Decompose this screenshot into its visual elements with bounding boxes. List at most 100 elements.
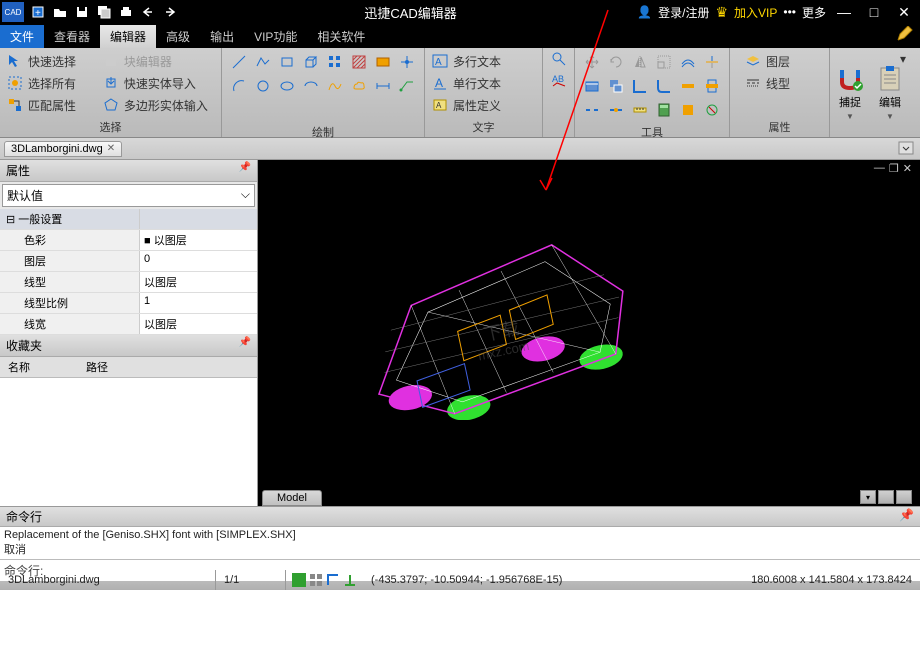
corner-icon[interactable] xyxy=(629,75,651,97)
poly-solid-input[interactable]: 多边形实体输入 xyxy=(102,95,215,115)
ribbon-collapse-icon[interactable]: ▾ xyxy=(900,52,916,68)
circle-icon[interactable] xyxy=(252,75,274,97)
ellipsearc-icon[interactable] xyxy=(300,75,322,97)
calc-icon[interactable] xyxy=(653,99,675,121)
measure-icon[interactable] xyxy=(629,99,651,121)
tab-overflow-icon[interactable] xyxy=(898,141,914,157)
menu-advanced[interactable]: 高级 xyxy=(156,25,200,48)
prop-row-linewidth[interactable]: 线宽以图层 xyxy=(0,314,257,335)
hatch-icon[interactable] xyxy=(348,51,370,73)
menu-related[interactable]: 相关软件 xyxy=(307,25,375,48)
select-all[interactable]: 选择所有 xyxy=(6,73,102,93)
canvas-close-icon[interactable]: ✕ xyxy=(903,162,912,175)
col-path[interactable]: 路径 xyxy=(78,357,116,377)
app-logo: CAD xyxy=(2,2,24,22)
titlebar: CAD + 迅捷CAD编辑器 👤 登录/注册 ♛ 加入VIP ••• 更多 — … xyxy=(0,0,920,24)
draw-tools-grid xyxy=(222,48,424,124)
open-icon[interactable] xyxy=(50,2,70,22)
spline-icon[interactable] xyxy=(324,75,346,97)
prop-row-color[interactable]: 色彩■ 以图层 xyxy=(0,230,257,251)
region-icon[interactable] xyxy=(372,51,394,73)
polyline-icon[interactable] xyxy=(252,51,274,73)
singleline-text[interactable]: A单行文本 xyxy=(431,73,536,93)
svg-text:A: A xyxy=(436,101,442,110)
menu-output[interactable]: 输出 xyxy=(200,25,244,48)
nav-left-icon[interactable] xyxy=(878,490,894,504)
pencil-icon[interactable] xyxy=(896,26,914,44)
snap-button[interactable]: 捕捉▼ xyxy=(830,48,870,137)
rect3d-icon[interactable] xyxy=(300,51,322,73)
redo-icon[interactable] xyxy=(160,2,180,22)
status-icon-3[interactable] xyxy=(326,573,340,587)
prop-row-linetype[interactable]: 线型以图层 xyxy=(0,272,257,293)
save-icon[interactable] xyxy=(72,2,92,22)
property-selector[interactable]: 默认值⌵ xyxy=(2,184,255,207)
pin-icon[interactable]: 📌 xyxy=(239,162,251,179)
prop-row-linescale[interactable]: 线型比例1 xyxy=(0,293,257,314)
menu-file[interactable]: 文件 xyxy=(0,25,44,48)
menu-viewer[interactable]: 查看器 xyxy=(44,25,100,48)
group-label-text: 文字 xyxy=(425,119,542,137)
rect-icon[interactable] xyxy=(276,51,298,73)
menu-editor[interactable]: 编辑器 xyxy=(100,25,156,48)
dim-icon[interactable] xyxy=(372,75,394,97)
canvas-min-icon[interactable]: — xyxy=(874,162,885,175)
vip-link[interactable]: 加入VIP xyxy=(734,4,777,21)
layout-dd-icon[interactable]: ▾ xyxy=(860,490,876,504)
ribbon: 快速选择 选择所有 匹配属性 块编辑器 快速实体导入 多边形实体输入 选择 xyxy=(0,48,920,138)
trim-icon[interactable] xyxy=(701,51,723,73)
mirror-icon[interactable] xyxy=(629,51,651,73)
crown-icon: ♛ xyxy=(715,4,728,21)
layer-item[interactable]: 图层 xyxy=(744,51,823,71)
status-coords: (-435.3797; -10.50944; -1.956768E-15) xyxy=(363,574,570,586)
tool-extra2-icon[interactable] xyxy=(701,99,723,121)
offset-icon[interactable] xyxy=(677,51,699,73)
minimize-button[interactable]: — xyxy=(832,2,856,22)
status-icon-1[interactable] xyxy=(292,573,306,587)
quick-select[interactable]: 快速选择 xyxy=(6,51,102,71)
more-link[interactable]: 更多 xyxy=(802,4,826,21)
point-icon[interactable] xyxy=(396,51,418,73)
nav-right-icon[interactable] xyxy=(896,490,912,504)
status-icon-4[interactable] xyxy=(343,573,357,587)
close-tab-icon[interactable]: ✕ xyxy=(107,143,115,154)
saveall-icon[interactable] xyxy=(94,2,114,22)
fillet-icon[interactable] xyxy=(653,75,675,97)
favorites-panel: 名称 路径 xyxy=(0,357,257,506)
model-tab[interactable]: Model xyxy=(262,490,322,506)
tool5-icon[interactable] xyxy=(677,75,699,97)
maximize-button[interactable]: □ xyxy=(862,2,886,22)
tool-extra1-icon[interactable] xyxy=(677,99,699,121)
linetype-item[interactable]: 线型 xyxy=(744,73,823,93)
favorites-header: 收藏夹📌 xyxy=(0,335,257,357)
cloud-icon[interactable] xyxy=(348,75,370,97)
menu-vipfunc[interactable]: VIP功能 xyxy=(244,25,307,48)
tool6-icon[interactable] xyxy=(701,75,723,97)
scale-icon[interactable] xyxy=(653,51,675,73)
file-tab[interactable]: 3DLamborgini.dwg ✕ xyxy=(4,141,122,157)
multiline-text[interactable]: A多行文本 xyxy=(431,51,536,71)
line-icon[interactable] xyxy=(228,51,250,73)
prop-row-layer[interactable]: 图层0 xyxy=(0,251,257,272)
ellipse-icon[interactable] xyxy=(276,75,298,97)
new-icon[interactable]: + xyxy=(28,2,48,22)
col-name[interactable]: 名称 xyxy=(0,357,38,377)
status-icon-2[interactable] xyxy=(309,573,323,587)
attr-define[interactable]: A属性定义 xyxy=(431,95,536,115)
array-icon[interactable] xyxy=(324,51,346,73)
pin-icon[interactable]: 📌 xyxy=(239,337,251,354)
attrdef-icon: A xyxy=(431,96,449,114)
pin-icon[interactable]: 📌 xyxy=(899,508,914,525)
drawing-canvas[interactable]: — ❐ ✕ 下载 mxz.com xyxy=(258,160,920,506)
mtext-icon: A xyxy=(431,52,449,70)
arc-icon[interactable] xyxy=(228,75,250,97)
match-prop[interactable]: 匹配属性 xyxy=(6,95,102,115)
fast-solid-import[interactable]: 快速实体导入 xyxy=(102,73,215,93)
command-log: Replacement of the [Geniso.SHX] font wit… xyxy=(0,527,920,559)
canvas-restore-icon[interactable]: ❐ xyxy=(889,162,899,175)
close-button[interactable]: ✕ xyxy=(892,2,916,22)
leader-icon[interactable] xyxy=(396,75,418,97)
undo-icon[interactable] xyxy=(138,2,158,22)
login-link[interactable]: 登录/注册 xyxy=(658,4,709,21)
print-icon[interactable] xyxy=(116,2,136,22)
